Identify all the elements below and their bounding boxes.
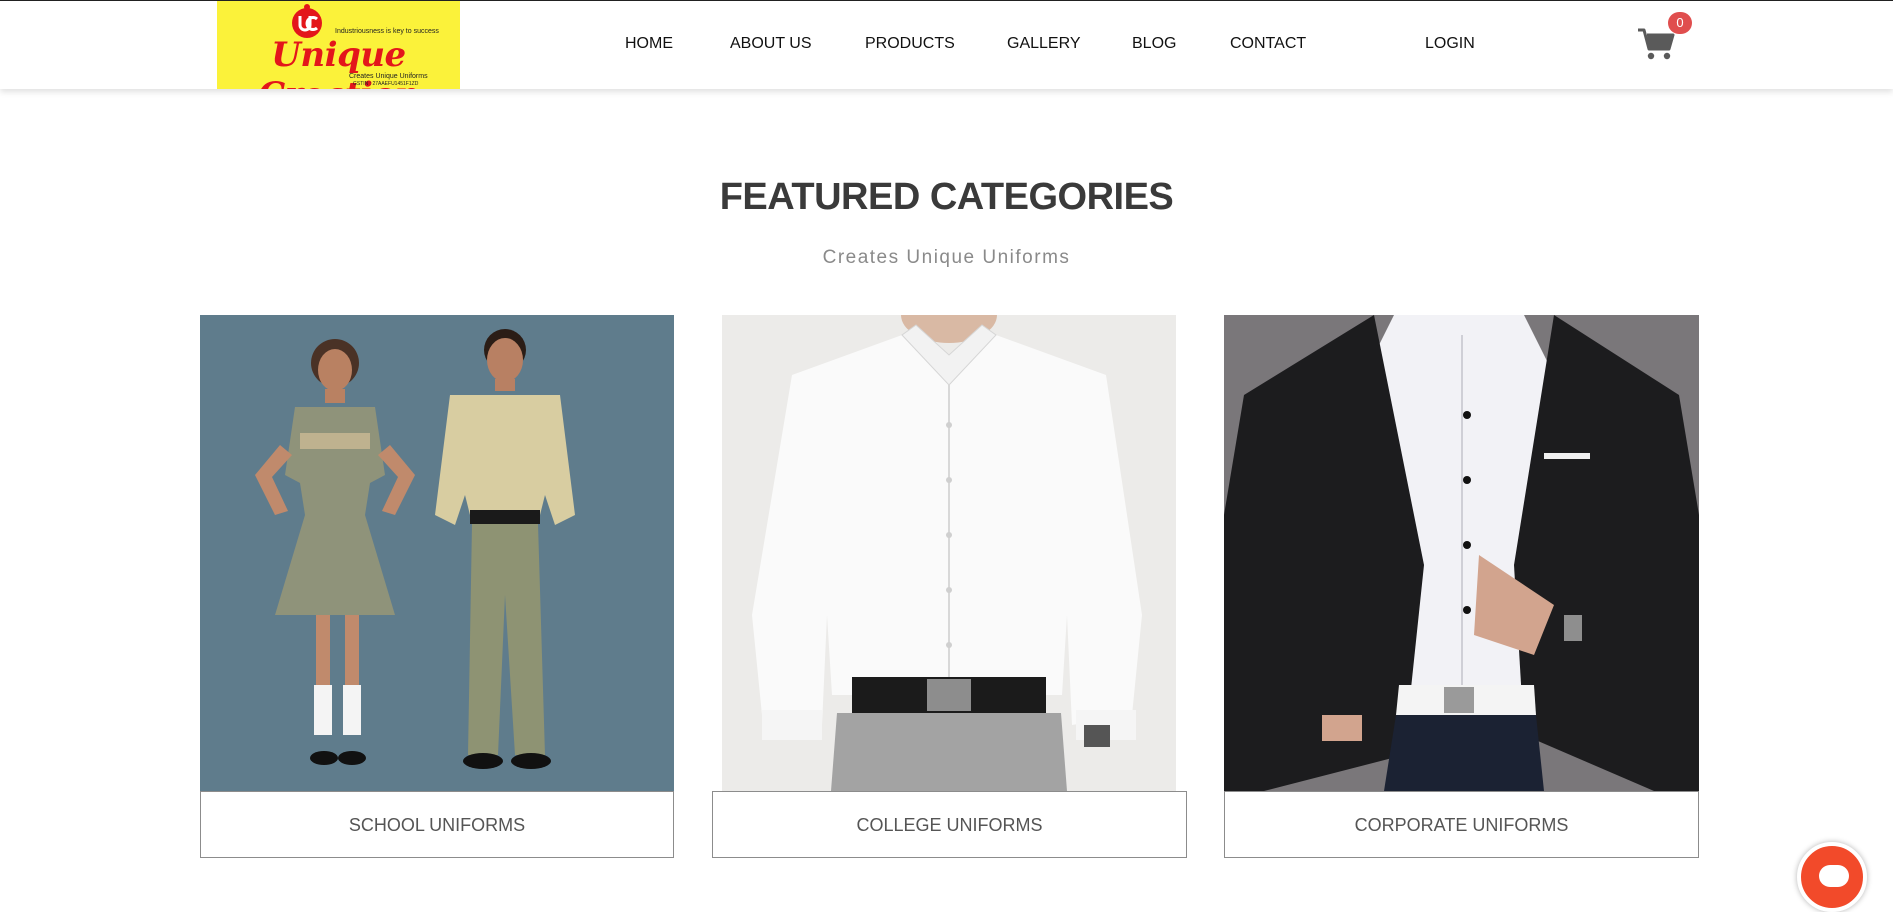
- featured-categories-subtitle: Creates Unique Uniforms: [822, 247, 1071, 268]
- corporate-uniforms-label[interactable]: CORPORATE UNIFORMS: [1224, 791, 1699, 858]
- blazer-photo: [1224, 315, 1699, 791]
- logo-tagline: Industriousness is key to success: [335, 28, 439, 35]
- cart-button[interactable]: [1637, 27, 1675, 61]
- logo-brand-name: Unique Creation: [258, 35, 419, 89]
- chat-bubble-icon: [1819, 865, 1849, 887]
- nav-products[interactable]: PRODUCTS: [865, 35, 955, 53]
- featured-categories-title: FEATURED CATEGORIES: [719, 176, 1174, 218]
- nav-login[interactable]: LOGIN: [1425, 35, 1475, 53]
- school-uniforms-image[interactable]: [200, 315, 674, 791]
- school-kids-photo: [255, 329, 575, 769]
- logo-gstin: GSTIN : 27AAEFU1451F1ZD: [353, 81, 419, 87]
- nav-home[interactable]: HOME: [625, 35, 673, 53]
- nav-gallery[interactable]: GALLERY: [1007, 35, 1081, 53]
- shopping-cart-icon: [1638, 28, 1675, 60]
- college-uniforms-label[interactable]: COLLEGE UNIFORMS: [712, 791, 1187, 858]
- nav-contact[interactable]: CONTACT: [1230, 35, 1306, 53]
- school-uniforms-label[interactable]: SCHOOL UNIFORMS: [200, 791, 674, 858]
- cart-count-badge: 0: [1668, 12, 1692, 34]
- nav-blog[interactable]: BLOG: [1132, 35, 1176, 53]
- white-shirt-photo: [752, 315, 1142, 791]
- chat-widget-button[interactable]: [1797, 842, 1867, 912]
- logo-subtitle: Creates Unique Uniforms: [349, 73, 428, 80]
- college-uniforms-image[interactable]: [722, 315, 1176, 791]
- site-header: Industriousness is key to success Unique…: [0, 1, 1893, 89]
- corporate-uniforms-image[interactable]: [1224, 315, 1699, 791]
- site-logo[interactable]: Industriousness is key to success Unique…: [217, 1, 460, 89]
- nav-about-us[interactable]: ABOUT US: [730, 35, 812, 53]
